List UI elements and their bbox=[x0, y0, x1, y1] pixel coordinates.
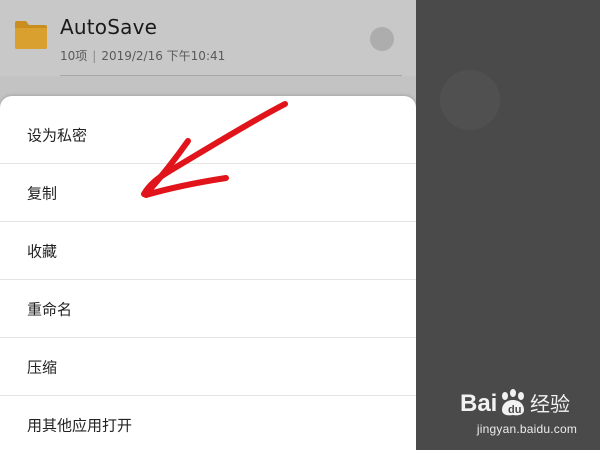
watermark-url: jingyan.baidu.com bbox=[476, 422, 578, 436]
menu-item-label: 收藏 bbox=[27, 242, 58, 261]
dimmed-background bbox=[416, 0, 600, 450]
file-row-autosave[interactable]: AutoSave 10项 | 2019/2/16 下午10:41 bbox=[0, 0, 416, 76]
menu-item-open-with[interactable]: 用其他应用打开 bbox=[0, 396, 416, 450]
baidu-logo-icon: Bai du 经验 bbox=[460, 389, 570, 417]
menu-item-set-private[interactable]: 设为私密 bbox=[0, 106, 416, 164]
menu-item-copy[interactable]: 复制 bbox=[0, 164, 416, 222]
svg-text:du: du bbox=[508, 404, 521, 416]
file-manager-screen: AutoSave 10项 | 2019/2/16 下午10:41 设为私密 复制 收… bbox=[0, 0, 416, 450]
folder-icon bbox=[15, 21, 47, 49]
meta-separator: | bbox=[92, 49, 97, 63]
file-name: AutoSave bbox=[60, 15, 158, 39]
menu-item-label: 重命名 bbox=[27, 300, 73, 319]
screen: AutoSave 10项 | 2019/2/16 下午10:41 设为私密 复制 收… bbox=[0, 0, 600, 450]
baidu-jingyan-watermark: Bai du 经验 jingyan.baidu.com bbox=[458, 384, 596, 444]
menu-item-label: 设为私密 bbox=[27, 126, 88, 145]
file-item-count: 10项 bbox=[60, 49, 88, 63]
svg-text:经验: 经验 bbox=[530, 392, 570, 416]
svg-text:Bai: Bai bbox=[460, 390, 497, 417]
menu-item-rename[interactable]: 重命名 bbox=[0, 280, 416, 338]
menu-item-label: 复制 bbox=[27, 184, 58, 203]
action-sheet: 设为私密 复制 收藏 重命名 压缩 用其他应用打开 bbox=[0, 96, 416, 450]
background-shape bbox=[440, 70, 500, 130]
file-meta: 10项 | 2019/2/16 下午10:41 bbox=[60, 47, 225, 64]
menu-item-label: 用其他应用打开 bbox=[27, 416, 133, 435]
select-circle[interactable] bbox=[370, 27, 394, 51]
file-datetime: 2019/2/16 下午10:41 bbox=[101, 49, 226, 63]
menu-item-favorite[interactable]: 收藏 bbox=[0, 222, 416, 280]
menu-item-compress[interactable]: 压缩 bbox=[0, 338, 416, 396]
menu-item-label: 压缩 bbox=[27, 358, 58, 377]
